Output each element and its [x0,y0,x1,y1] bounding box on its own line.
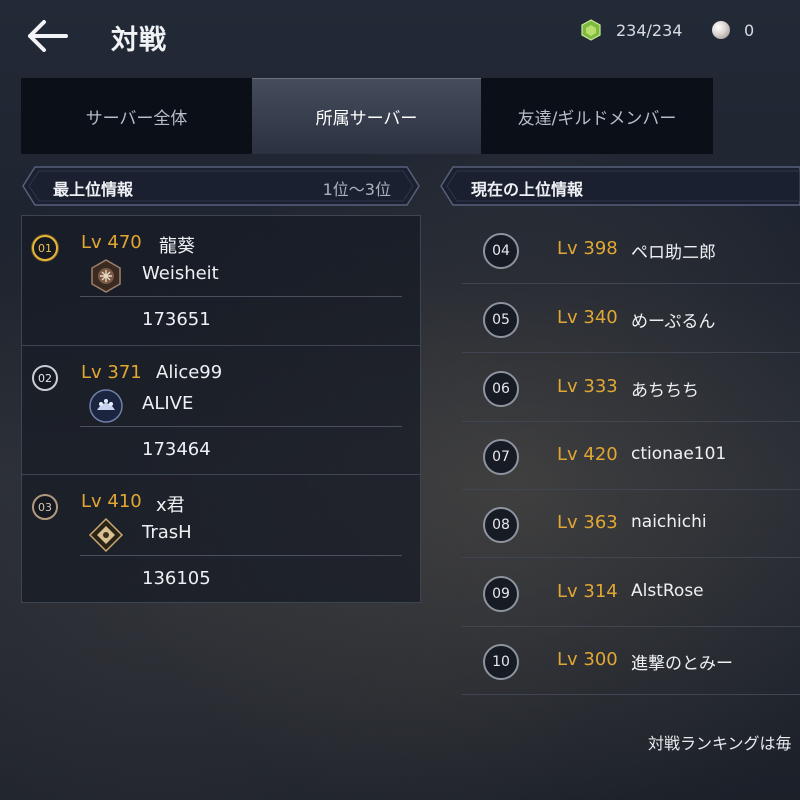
player-name: 龍葵 [159,236,195,257]
stamina-value: 234/234 [616,20,683,40]
player-name: ペロ助二郎 [631,243,716,263]
player-name: Alice99 [156,362,223,383]
player-name: AlstRose [631,581,704,601]
tab-my-server[interactable]: 所属サーバー [252,78,481,154]
tab-bar: サーバー全体 所属サーバー 友達/ギルドメンバー [21,78,713,154]
gem-icon [581,19,601,41]
player-level: Lv 314 [557,581,618,602]
player-score: 173464 [142,439,211,460]
player-level: Lv 371 [81,362,142,383]
player-level: Lv 363 [557,512,618,533]
guild-name: TrasH [142,522,192,543]
section-range: 1位〜3位 [322,180,391,199]
player-name: めーぷるん [631,312,716,332]
top-entry[interactable]: 03 Lv 410 x君 TrasH 136105 [22,474,420,603]
tab-all-servers[interactable]: サーバー全体 [21,78,252,154]
rank-number: 07 [483,439,519,475]
back-arrow-icon[interactable] [22,14,74,58]
player-score: 173651 [142,309,211,330]
page-title: 対戦 [111,25,167,56]
divider [80,555,402,556]
rank-number: 08 [483,507,519,543]
tab-friends-guild[interactable]: 友達/ギルドメンバー [481,78,713,154]
pearl-counter: 0 [712,18,754,42]
rank-row[interactable]: 04 Lv 398 ペロ助二郎 [462,216,800,284]
rank-row[interactable]: 09 Lv 314 AlstRose [462,559,800,627]
player-level: Lv 470 [81,232,142,253]
section-title: 現在の上位情報 [471,180,584,199]
player-name: あちちち [631,381,699,401]
guild-name: Weisheit [142,263,219,284]
player-name: ctionae101 [631,444,727,464]
divider [80,426,402,427]
player-name: naichichi [631,512,707,532]
rank-number: 10 [483,644,519,680]
rank-row[interactable]: 08 Lv 363 naichichi [462,490,800,558]
top-three-panel: 01 Lv 470 龍葵 Weisheit 173651 02 Lv 371 A… [21,215,421,603]
top-entry[interactable]: 01 Lv 470 龍葵 Weisheit 173651 [22,216,420,345]
pearl-icon [712,21,730,39]
rank-badge-bronze: 03 [32,494,58,520]
guild-emblem-icon [91,259,121,293]
guild-emblem-icon [88,517,124,553]
pearl-value: 0 [744,20,755,40]
current-ranking-header: 現在の上位情報 [439,165,800,207]
player-level: Lv 300 [557,649,618,670]
player-level: Lv 410 [81,491,142,512]
player-name: 進撃のとみー [631,654,733,674]
rank-number: 05 [483,302,519,338]
rank-badge-gold: 01 [32,235,58,261]
player-level: Lv 340 [557,307,618,328]
rank-row[interactable]: 10 Lv 300 進撃のとみー [462,627,800,695]
player-level: Lv 333 [557,376,618,397]
rank-number: 06 [483,371,519,407]
player-score: 136105 [142,568,211,589]
rank-number: 09 [483,576,519,612]
rank-badge-silver: 02 [32,365,58,391]
divider [80,296,402,297]
section-title: 最上位情報 [53,180,134,199]
rank-row[interactable]: 05 Lv 340 めーぷるん [462,285,800,353]
top-ranking-header: 最上位情報 1位〜3位 [21,165,421,207]
player-name: x君 [156,495,185,516]
player-level: Lv 420 [557,444,618,465]
guild-name: ALIVE [142,393,194,414]
top-entry[interactable]: 02 Lv 371 Alice99 ALIVE 173464 [22,345,420,474]
ranking-notice: 対戦ランキングは毎 [648,734,792,753]
rank-row[interactable]: 06 Lv 333 あちちち [462,354,800,422]
top-bar: 対戦 234/234 0 [0,0,800,72]
guild-emblem-icon [89,389,123,423]
player-level: Lv 398 [557,238,618,259]
rank-number: 04 [483,233,519,269]
stamina-counter: 234/234 [580,18,682,42]
rank-row[interactable]: 07 Lv 420 ctionae101 [462,422,800,490]
